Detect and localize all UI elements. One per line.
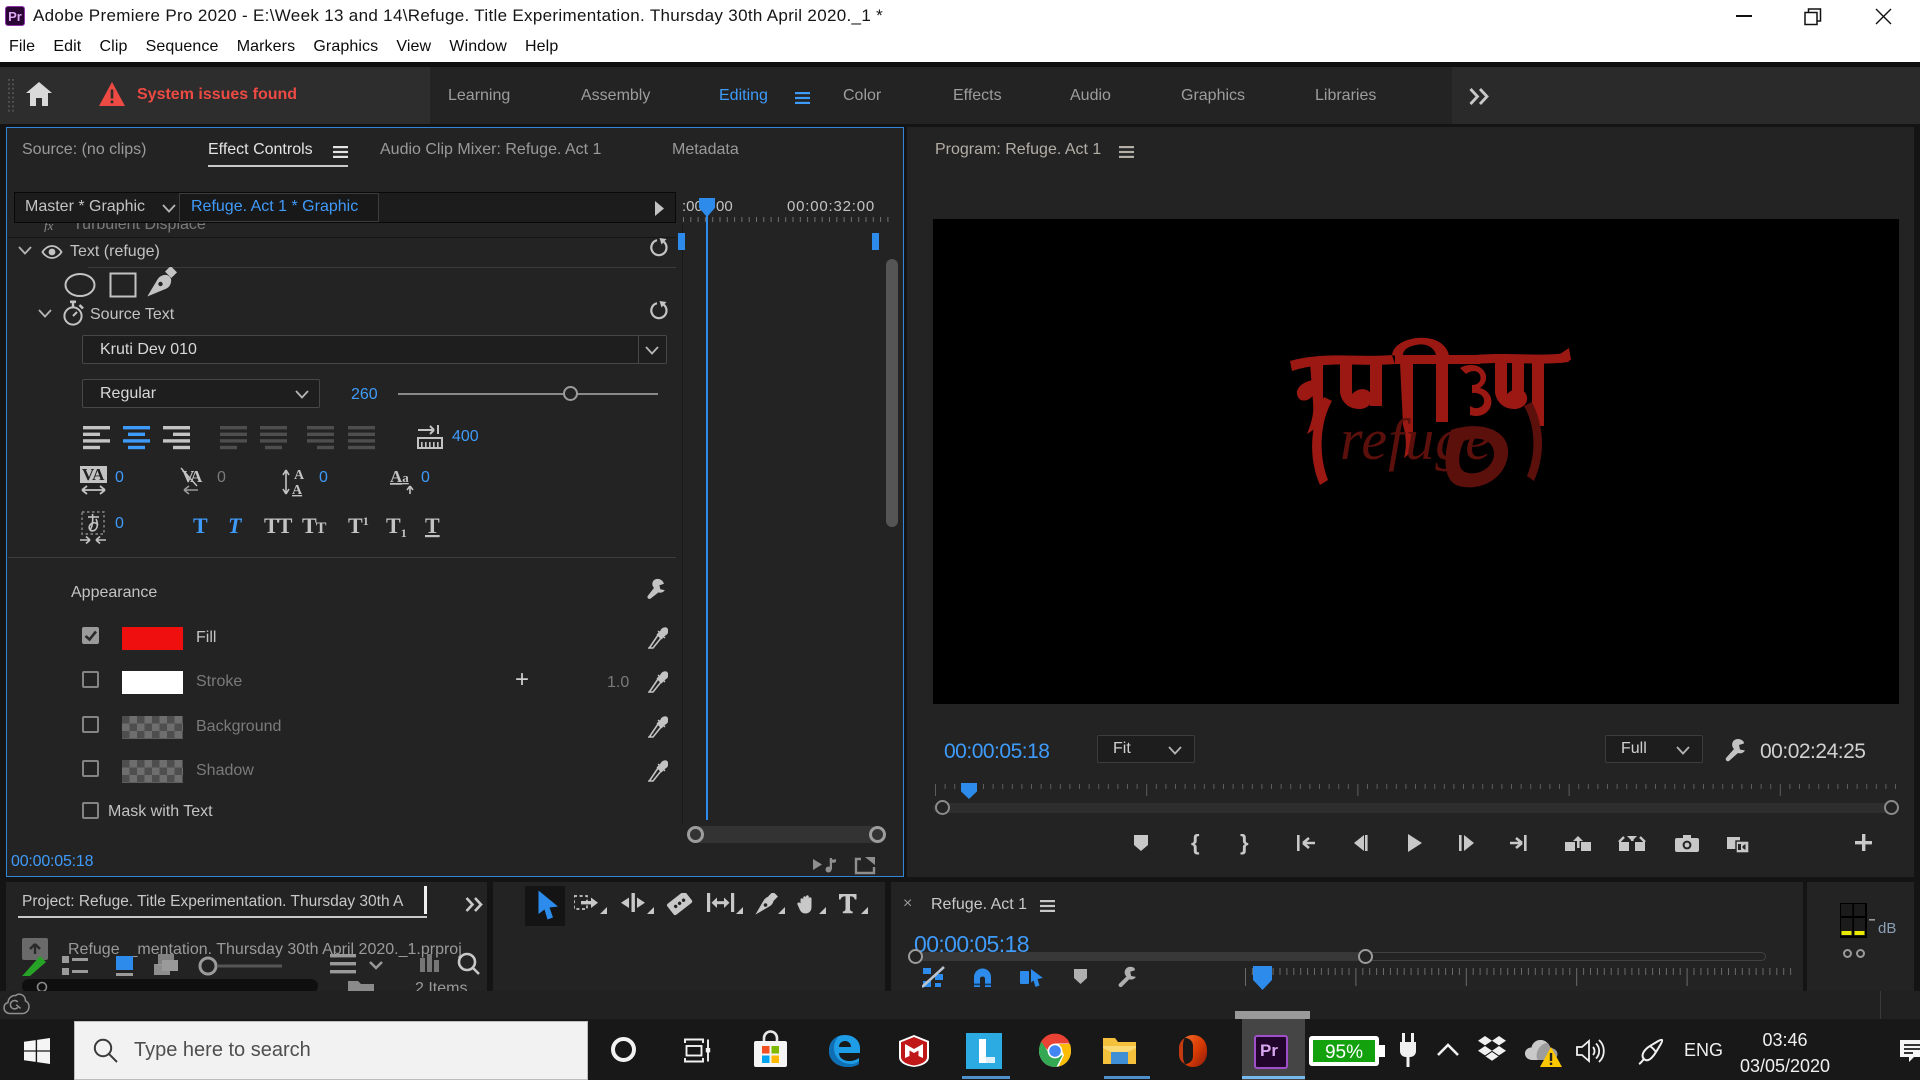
svg-text:VA: VA: [82, 466, 105, 484]
svg-text:95%: 95%: [1325, 1042, 1363, 1063]
svg-text:{: {: [1191, 832, 1200, 855]
svg-text:T: T: [193, 513, 208, 538]
svg-text:TT: TT: [302, 513, 327, 538]
svg-text:A: A: [292, 483, 303, 498]
svg-text:}: }: [1240, 832, 1249, 855]
svg-text:T: T: [425, 513, 440, 538]
svg-text:T1: T1: [348, 513, 369, 538]
svg-text:A: A: [294, 468, 305, 483]
svg-text:VA: VA: [182, 467, 203, 486]
svg-text:refuge: refuge: [1340, 407, 1492, 472]
svg-text:Aa: Aa: [390, 467, 409, 486]
svg-text:T1: T1: [386, 513, 407, 540]
svg-text:T: T: [228, 513, 243, 538]
svg-text:TT: TT: [264, 513, 293, 538]
